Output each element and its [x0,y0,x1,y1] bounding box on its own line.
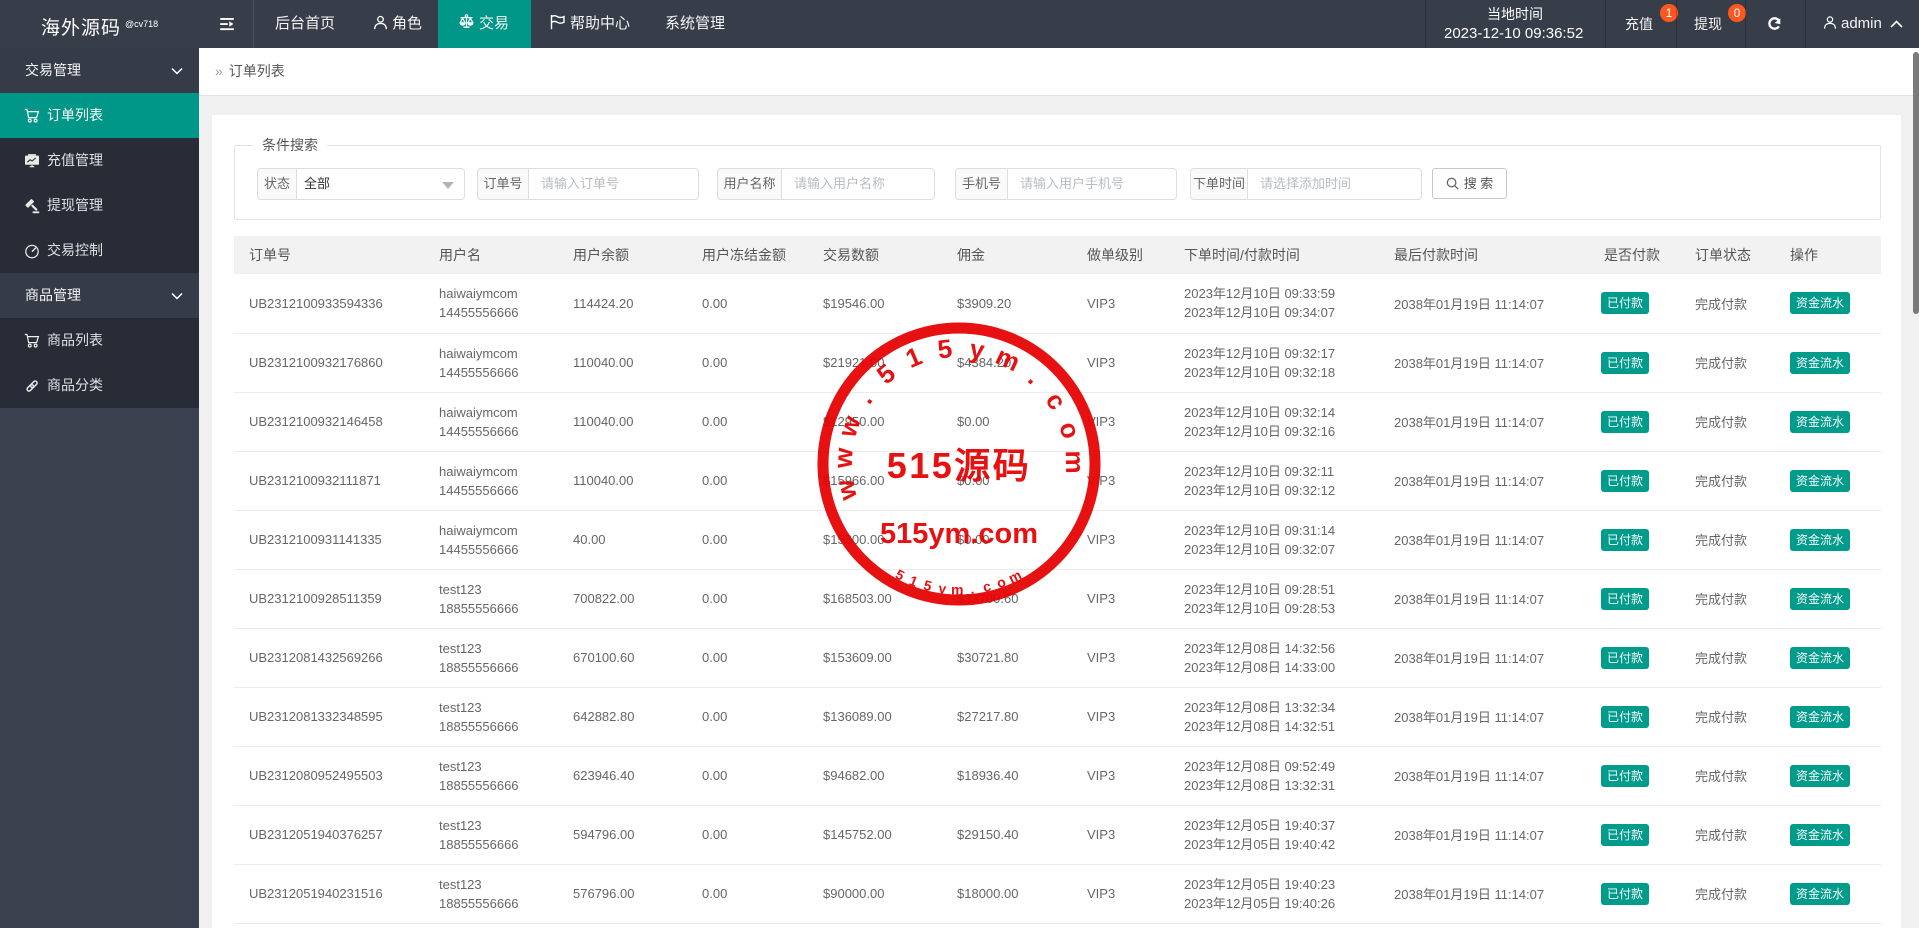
svg-text:515源码: 515源码 [887,445,1032,486]
svg-text:1: 1 [907,572,920,590]
svg-text:w: w [828,446,859,470]
svg-text:.: . [1023,363,1048,390]
svg-text:515ym.com: 515ym.com [880,518,1038,550]
svg-text:m: m [951,581,964,597]
svg-text:5: 5 [871,358,901,390]
svg-text:o: o [1053,418,1086,442]
svg-text:y: y [968,333,988,365]
svg-text:5: 5 [936,333,954,365]
svg-text:w: w [829,476,863,504]
svg-text:o: o [994,573,1007,591]
svg-text:.: . [969,581,975,597]
svg-text:5: 5 [893,566,908,584]
svg-text:.: . [850,386,879,409]
svg-text:c: c [1040,387,1073,415]
svg-text:w: w [832,411,868,442]
svg-text:1: 1 [901,341,926,374]
svg-text:m: m [1060,450,1090,474]
